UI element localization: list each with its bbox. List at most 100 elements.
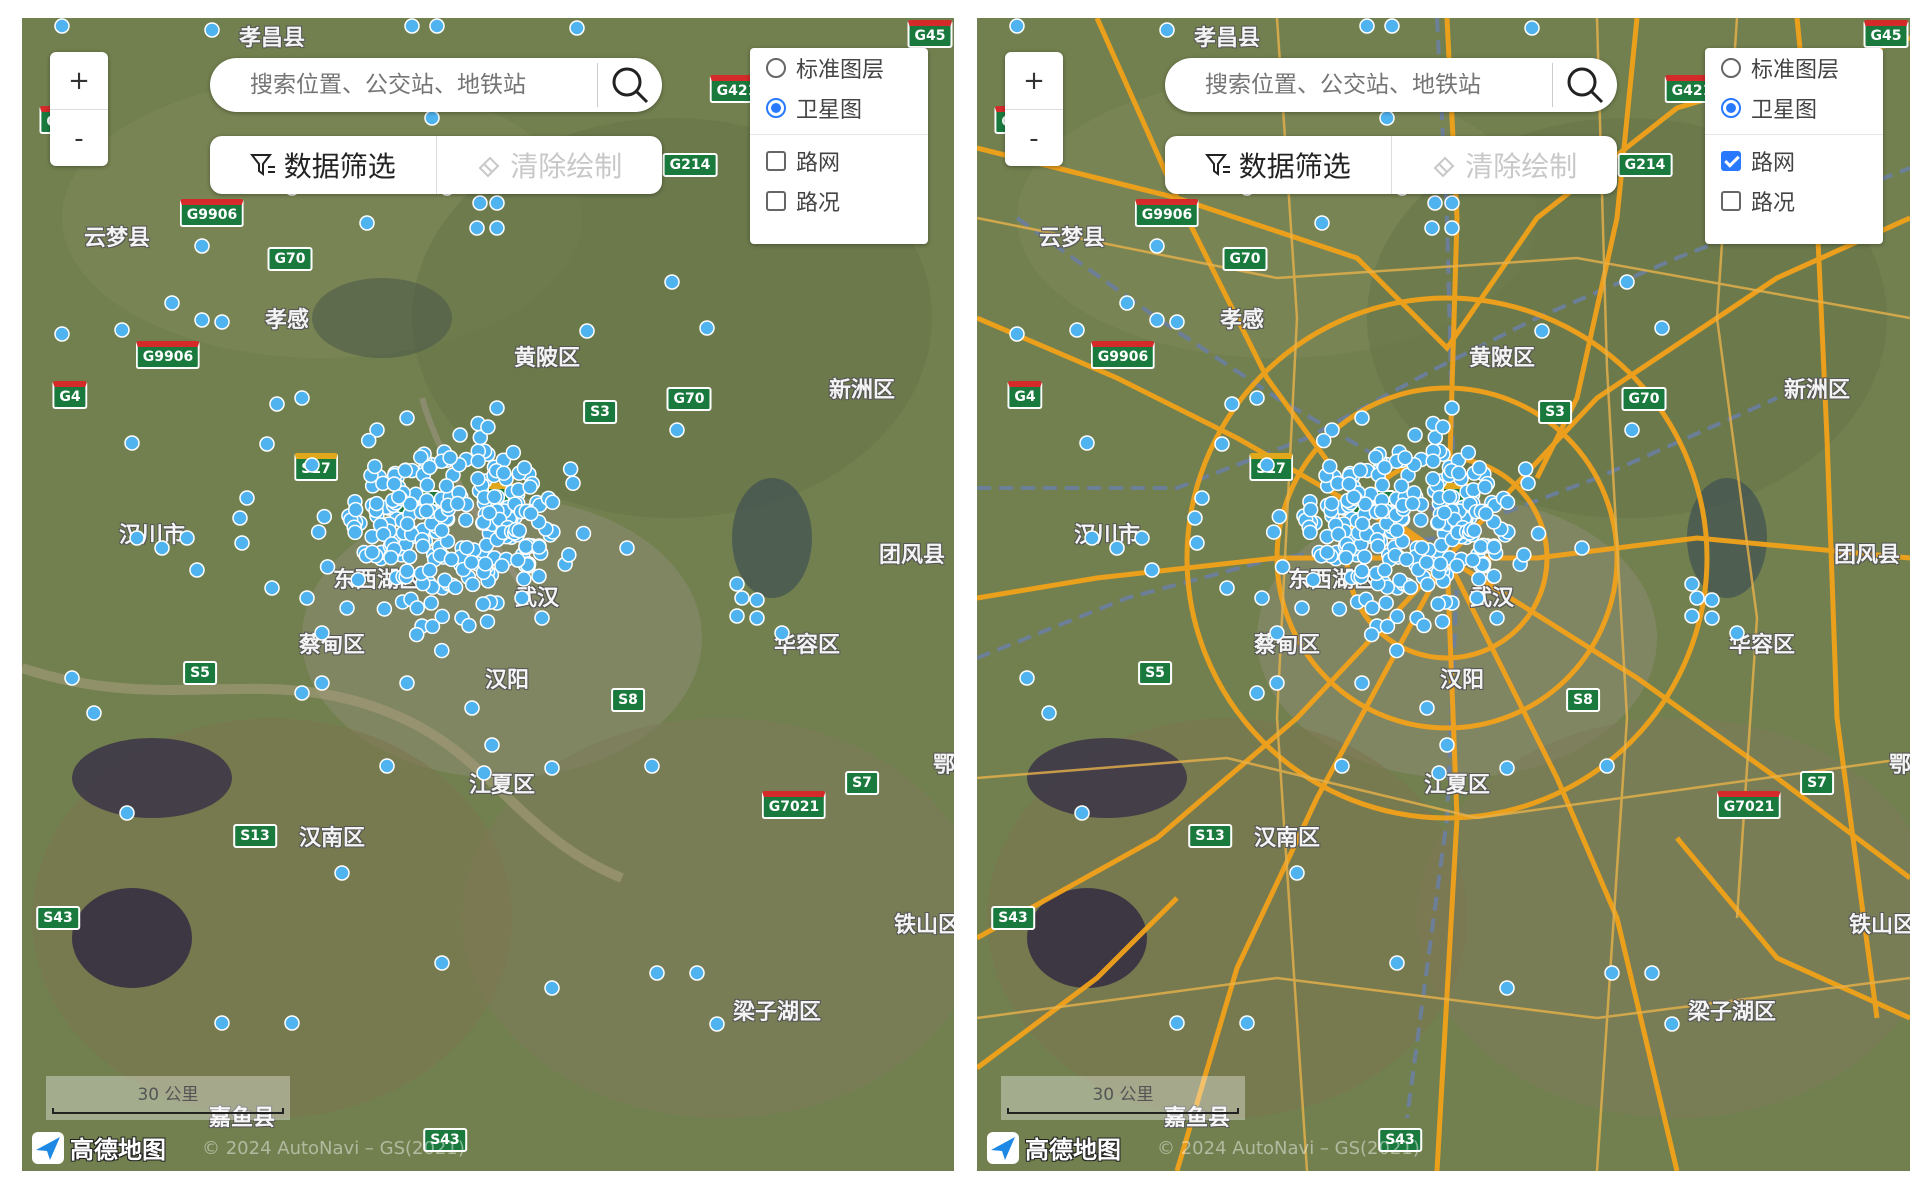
data-point[interactable] (669, 422, 685, 438)
data-point[interactable] (664, 274, 680, 290)
data-point[interactable] (1486, 568, 1502, 585)
data-point[interactable] (1169, 314, 1185, 330)
data-point[interactable] (544, 760, 560, 776)
layer-standard-option[interactable]: 标准图层 (1705, 48, 1883, 88)
data-point[interactable] (1274, 559, 1291, 575)
data-point[interactable] (514, 590, 530, 606)
data-point[interactable] (522, 479, 538, 495)
data-point[interactable] (1419, 700, 1435, 716)
data-point[interactable] (434, 955, 450, 971)
data-point[interactable] (561, 547, 577, 563)
data-point[interactable] (1397, 449, 1413, 466)
data-point[interactable] (1486, 539, 1502, 555)
data-point[interactable] (1069, 322, 1085, 338)
data-point[interactable] (1444, 195, 1460, 211)
data-point[interactable] (1465, 552, 1481, 568)
data-point[interactable] (1418, 554, 1435, 571)
data-point[interactable] (1224, 396, 1240, 412)
data-point[interactable] (1450, 465, 1467, 481)
data-point[interactable] (1416, 617, 1432, 634)
data-point[interactable] (408, 626, 425, 643)
data-point[interactable] (510, 552, 526, 568)
data-point[interactable] (1189, 535, 1205, 551)
zoom-out-button[interactable]: - (1005, 110, 1063, 167)
data-point[interactable] (1419, 576, 1436, 593)
data-point[interactable] (1444, 400, 1460, 416)
search-input[interactable] (1165, 71, 1552, 99)
data-point[interactable] (699, 320, 715, 336)
data-point[interactable] (463, 554, 480, 571)
data-point[interactable] (1338, 549, 1354, 566)
data-point[interactable] (729, 576, 745, 592)
data-point[interactable] (269, 396, 285, 412)
data-point[interactable] (1346, 489, 1362, 505)
data-point[interactable] (1517, 461, 1534, 477)
data-point[interactable] (1084, 530, 1100, 546)
data-point[interactable] (544, 980, 560, 996)
data-point[interactable] (194, 238, 210, 254)
data-point[interactable] (729, 608, 745, 624)
data-point[interactable] (1425, 453, 1441, 469)
data-point[interactable] (447, 579, 464, 596)
data-point[interactable] (86, 705, 102, 721)
data-point[interactable] (1364, 600, 1380, 616)
data-point[interactable] (534, 610, 550, 626)
data-point[interactable] (1439, 737, 1455, 753)
data-point[interactable] (124, 435, 140, 451)
data-point[interactable] (422, 562, 438, 578)
data-point[interactable] (1373, 503, 1390, 519)
data-point[interactable] (1109, 540, 1125, 556)
data-point[interactable] (1305, 571, 1321, 588)
data-point[interactable] (1378, 595, 1394, 611)
data-point[interactable] (1689, 590, 1705, 606)
data-point[interactable] (316, 508, 333, 525)
data-point[interactable] (284, 1015, 300, 1031)
data-point[interactable] (1019, 670, 1035, 686)
data-point[interactable] (1478, 505, 1494, 522)
data-point[interactable] (232, 510, 248, 526)
data-point[interactable] (364, 544, 380, 561)
data-point[interactable] (194, 312, 210, 328)
data-point[interactable] (1389, 642, 1405, 659)
data-point[interactable] (489, 195, 505, 211)
data-point[interactable] (1239, 1015, 1255, 1031)
data-point[interactable] (458, 512, 474, 528)
data-filter-button[interactable]: 数据筛选 (1165, 136, 1391, 194)
data-point[interactable] (452, 427, 468, 443)
data-point[interactable] (531, 568, 547, 585)
data-point[interactable] (1265, 524, 1282, 540)
data-point[interactable] (419, 477, 436, 493)
satellite-radio[interactable] (766, 98, 786, 118)
data-point[interactable] (438, 478, 455, 494)
data-point[interactable] (734, 590, 750, 606)
traffic-checkbox[interactable] (1721, 191, 1741, 211)
data-point[interactable] (1393, 478, 1410, 494)
data-point[interactable] (391, 489, 407, 505)
data-point[interactable] (1520, 475, 1536, 492)
data-point[interactable] (749, 592, 765, 608)
data-point[interactable] (1254, 590, 1270, 606)
data-point[interactable] (1269, 625, 1285, 641)
data-point[interactable] (294, 685, 310, 701)
data-point[interactable] (1435, 419, 1451, 435)
standard-radio[interactable] (766, 58, 786, 78)
data-point[interactable] (1289, 865, 1305, 881)
data-point[interactable] (1249, 685, 1265, 701)
data-point[interactable] (1684, 576, 1700, 592)
data-point[interactable] (1219, 580, 1235, 596)
data-point[interactable] (1684, 608, 1700, 624)
data-point[interactable] (1499, 760, 1515, 776)
data-point[interactable] (1379, 110, 1395, 126)
data-point[interactable] (1269, 675, 1285, 691)
amap-logo[interactable]: 高德地图 (32, 1130, 166, 1165)
layer-traffic-option[interactable]: 路况 (750, 181, 928, 221)
data-point[interactable] (1149, 312, 1165, 328)
data-point[interactable] (1432, 556, 1449, 572)
data-point[interactable] (511, 522, 527, 539)
data-point[interactable] (1530, 525, 1547, 542)
data-point[interactable] (1449, 558, 1465, 574)
data-point[interactable] (1516, 547, 1532, 563)
data-point[interactable] (129, 530, 145, 546)
data-point[interactable] (644, 758, 660, 774)
data-point[interactable] (1354, 410, 1370, 426)
